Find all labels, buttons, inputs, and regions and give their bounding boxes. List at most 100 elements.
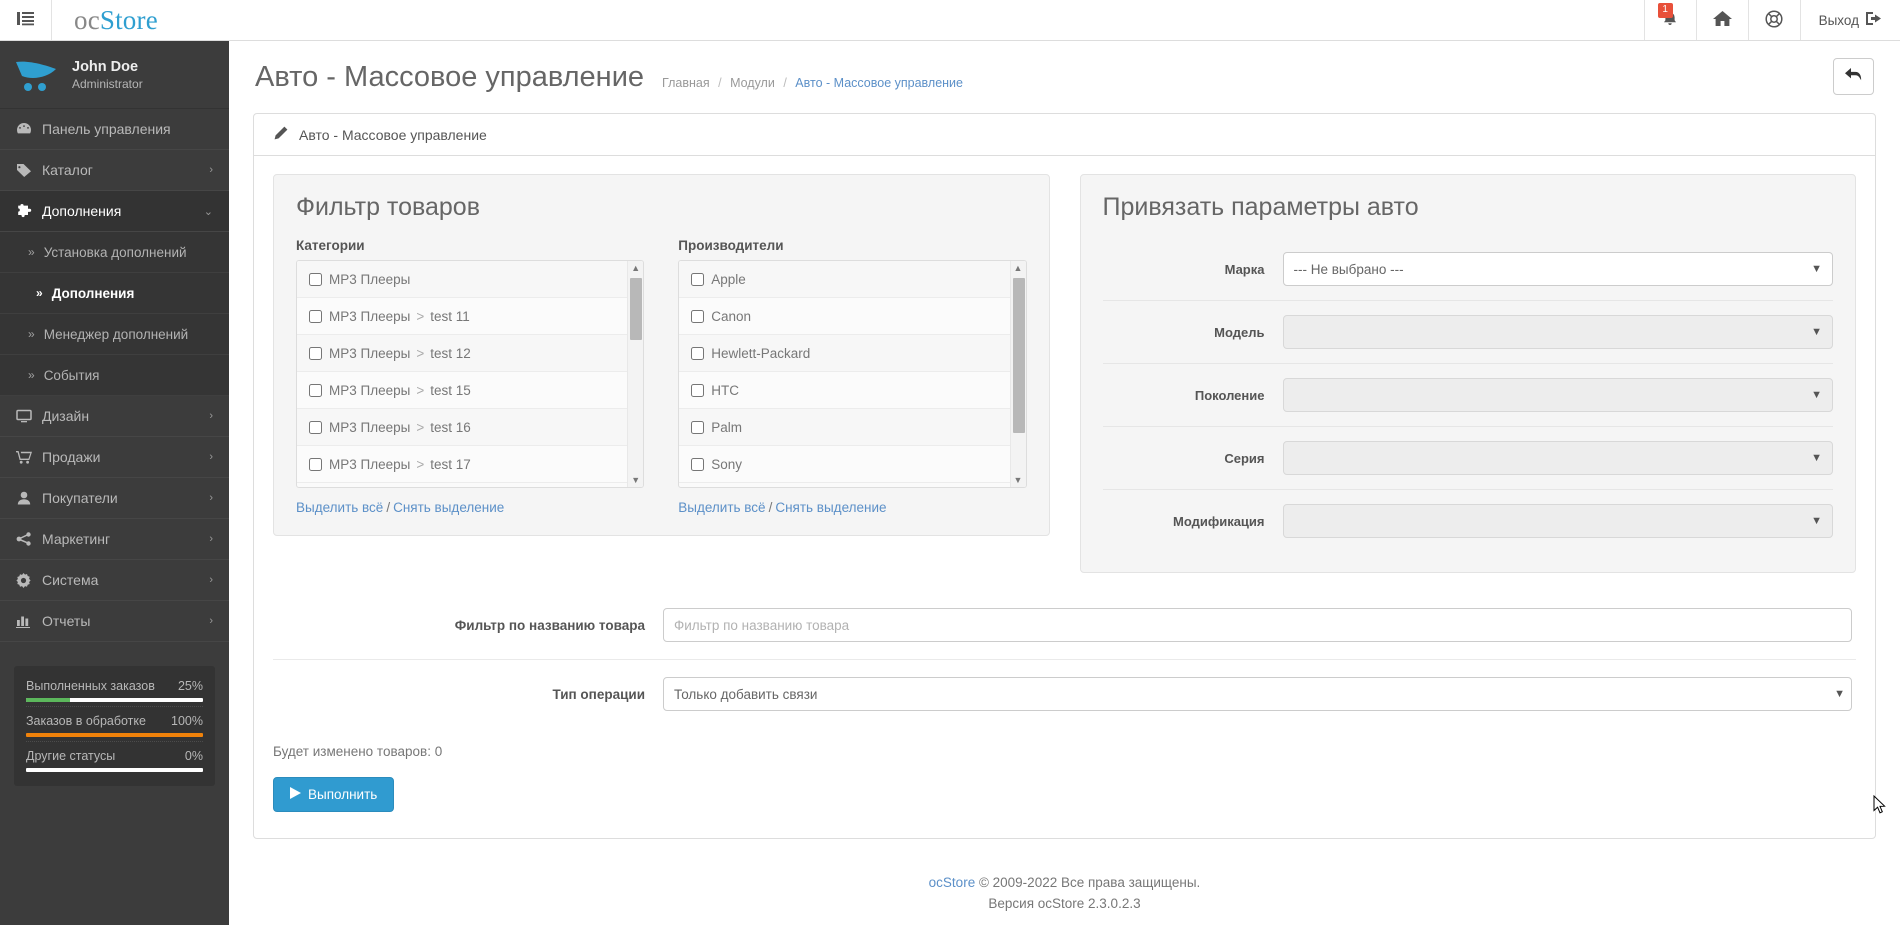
control-operation-type: Только добавить связи ▼: [663, 677, 1856, 711]
category-row[interactable]: MP3 Плееры: [297, 261, 628, 298]
sidebar-item-extensions[interactable]: Дополнения ⌄: [0, 191, 229, 232]
manufacturer-checkbox[interactable]: [691, 272, 705, 286]
categories-select-all-link[interactable]: Выделить всё: [296, 500, 383, 515]
category-row[interactable]: MP3 Плееры > test 11: [297, 298, 628, 335]
sidebar-label-extension-manager: Менеджер дополнений: [43, 326, 189, 342]
auto-params-heading: Привязать параметры авто: [1102, 193, 1419, 221]
manufacturer-row[interactable]: Palm: [679, 409, 1010, 446]
sidebar-item-extensions-list[interactable]: » Дополнения: [0, 273, 229, 314]
manufacturer-checkbox[interactable]: [691, 346, 705, 360]
category-path-separator: >: [416, 419, 425, 435]
category-checkbox[interactable]: [309, 383, 322, 397]
manufacturer-name: HTC: [711, 382, 739, 398]
storefront-home-button[interactable]: [1695, 0, 1748, 40]
sidebar-item-catalog[interactable]: Каталог ›: [0, 150, 229, 191]
cart-icon: [16, 450, 42, 464]
category-checkbox[interactable]: [309, 457, 322, 471]
hamburger-icon: [17, 11, 34, 29]
changed-products-note: Будет изменено товаров: 0: [273, 744, 443, 759]
run-button[interactable]: Выполнить: [273, 777, 395, 812]
sidebar-label-customers: Покупатели: [42, 490, 118, 506]
scroll-up-icon[interactable]: ▲: [628, 261, 643, 275]
category-checkbox[interactable]: [309, 346, 322, 360]
sidebar-item-marketing[interactable]: Маркетинг ›: [0, 519, 229, 560]
sidebar-submenu-extensions: » Установка дополнений » Дополнения » Ме…: [0, 232, 229, 396]
scrollbar-thumb[interactable]: [1012, 278, 1025, 433]
sidebar-item-dashboard[interactable]: Панель управления: [0, 109, 229, 150]
sidebar-item-reports[interactable]: Отчеты ›: [0, 601, 229, 642]
modification-select[interactable]: [1282, 504, 1833, 538]
stat-label: Другие статусы: [26, 749, 116, 763]
chevron-down-icon: ⌄: [203, 205, 213, 218]
scroll-up-icon[interactable]: ▲: [1011, 261, 1026, 275]
category-child: test 12: [430, 345, 471, 361]
dashboard-icon: [16, 122, 42, 136]
sidebar-item-design[interactable]: Дизайн ›: [0, 396, 229, 437]
sidebar-item-events[interactable]: » События: [0, 355, 229, 396]
run-button-label: Выполнить: [308, 787, 378, 802]
manufacturer-checkbox[interactable]: [691, 457, 705, 471]
manufacturers-select-all-link[interactable]: Выделить всё: [678, 500, 765, 515]
manufacturers-scroll-well[interactable]: Apple Canon Hewlett-Packard HTC Palm Son…: [678, 260, 1027, 488]
notifications-badge: 1: [1657, 3, 1673, 18]
operation-type-select[interactable]: Только добавить связи: [663, 677, 1852, 711]
gear-icon: [16, 572, 42, 588]
sidebar-item-customers[interactable]: Покупатели ›: [0, 478, 229, 519]
generation-select[interactable]: [1282, 378, 1833, 412]
series-select[interactable]: [1282, 441, 1833, 475]
category-row[interactable]: MP3 Плееры > test 15: [297, 372, 628, 409]
manufacturer-checkbox[interactable]: [691, 420, 705, 434]
logout-button[interactable]: Выход: [1799, 0, 1900, 40]
sidebar-item-install-extensions[interactable]: » Установка дополнений: [0, 232, 229, 273]
categories-scroll-well[interactable]: MP3 Плееры MP3 Плееры > test 11 MP3 Плее…: [296, 260, 645, 488]
user-name: John Doe: [72, 59, 139, 76]
category-parent: MP3 Плееры: [329, 345, 411, 361]
sidebar-item-sales[interactable]: Продажи ›: [0, 437, 229, 478]
help-support-button[interactable]: [1747, 0, 1800, 40]
sidebar-item-system[interactable]: Система ›: [0, 560, 229, 601]
category-row[interactable]: MP3 Плееры > test 16: [297, 409, 628, 446]
filter-products-column: Фильтр товаров Категории MP3 Плееры MP3 …: [273, 174, 1050, 573]
user-role: Administrator: [72, 76, 143, 91]
footer-version: Версия ocStore 2.3.0.2.3: [988, 895, 1141, 911]
manufacturer-checkbox[interactable]: [691, 383, 705, 397]
breadcrumb-item-current[interactable]: Авто - Массовое управление: [795, 76, 963, 90]
scrollbar-thumb[interactable]: [630, 278, 643, 340]
category-checkbox[interactable]: [309, 272, 322, 286]
footer-copyright-text: © 2009-2022 Все права защищены.: [975, 875, 1201, 890]
categories-scrollbar[interactable]: ▲ ▼: [627, 261, 644, 487]
manufacturer-row[interactable]: Canon: [679, 298, 1010, 335]
manufacturer-checkbox[interactable]: [691, 309, 705, 323]
category-checkbox[interactable]: [309, 309, 322, 323]
notifications-button[interactable]: 1: [1643, 0, 1696, 40]
categories-deselect-all-link[interactable]: Снять выделение: [393, 500, 504, 515]
sidebar-item-extension-manager[interactable]: » Менеджер дополнений: [0, 314, 229, 355]
model-select[interactable]: [1282, 315, 1833, 349]
footer-brand-link[interactable]: ocStore: [929, 875, 976, 890]
menu-toggle-button[interactable]: [0, 0, 52, 40]
breadcrumb-item-home[interactable]: Главная: [662, 76, 710, 90]
form-row-brand: Марка --- Не выбрано --- ▼: [1102, 238, 1833, 301]
categories-block: Категории MP3 Плееры MP3 Плееры > test 1…: [296, 238, 645, 515]
manufacturer-row[interactable]: Apple: [679, 261, 1010, 298]
category-row[interactable]: MP3 Плееры > test 17: [297, 446, 628, 483]
stat-bar-fill: [26, 698, 71, 702]
stat-label: Заказов в обработке: [26, 714, 146, 728]
manufacturer-row[interactable]: Hewlett-Packard: [679, 335, 1010, 372]
brand-logo[interactable]: oc Store: [52, 0, 158, 40]
scroll-down-icon[interactable]: ▼: [1011, 473, 1026, 487]
brand-select[interactable]: --- Не выбрано ---: [1282, 252, 1833, 286]
category-row[interactable]: MP3 Плееры > test 12: [297, 335, 628, 372]
manufacturers-scrollbar[interactable]: ▲ ▼: [1009, 261, 1026, 487]
breadcrumb-item-modules[interactable]: Модули: [730, 76, 775, 90]
manufacturers-deselect-all-link[interactable]: Снять выделение: [775, 500, 886, 515]
panel-title: Авто - Массовое управление: [299, 126, 487, 143]
control-series: ▼: [1282, 441, 1833, 475]
back-button[interactable]: [1833, 58, 1874, 95]
scroll-down-icon[interactable]: ▼: [628, 473, 643, 487]
manufacturer-row[interactable]: Sony: [679, 446, 1010, 483]
manufacturer-row[interactable]: HTC: [679, 372, 1010, 409]
name-filter-input[interactable]: [663, 608, 1852, 642]
category-checkbox[interactable]: [309, 420, 322, 434]
user-profile-box[interactable]: John Doe Administrator: [0, 41, 229, 109]
